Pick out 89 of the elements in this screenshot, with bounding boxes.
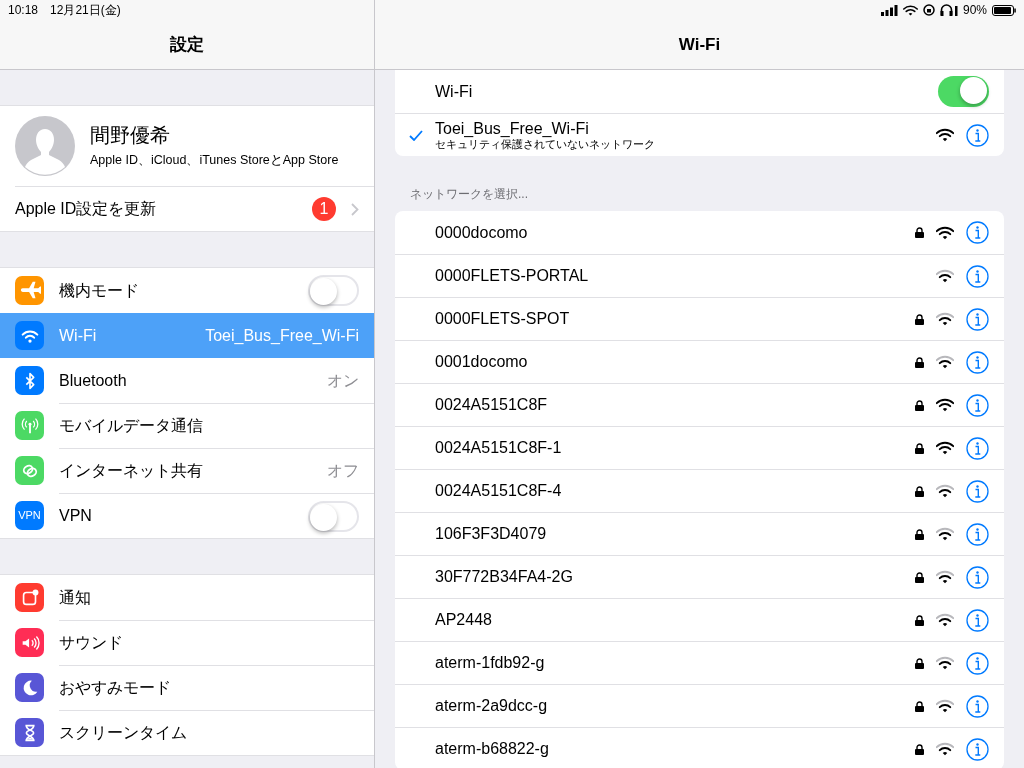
row-label: 通知 bbox=[59, 587, 91, 608]
network-name: aterm-2a9dcc-g bbox=[435, 696, 548, 716]
info-button-icon[interactable] bbox=[966, 307, 989, 331]
network-row[interactable]: AP2448 bbox=[395, 598, 1004, 641]
network-subtitle: セキュリティ保護されていないネットワーク bbox=[435, 138, 655, 151]
info-button-icon[interactable] bbox=[966, 264, 989, 288]
avatar-icon bbox=[15, 116, 75, 176]
section-header: ネットワークを選択... bbox=[409, 186, 529, 203]
network-name: 0024A5151C8F-4 bbox=[435, 481, 562, 501]
info-button-icon[interactable] bbox=[966, 694, 989, 718]
network-name: 0000FLETS-PORTAL bbox=[435, 266, 589, 286]
info-button-icon[interactable] bbox=[966, 608, 989, 632]
profile-row[interactable]: 間野優希 Apple ID、iCloud、iTunes StoreとApp Store bbox=[0, 106, 374, 186]
network-name: aterm-b68822-g bbox=[435, 739, 549, 759]
info-button-icon[interactable] bbox=[966, 522, 989, 546]
network-name: 0000FLETS-SPOT bbox=[435, 309, 570, 329]
row-value: オン bbox=[327, 370, 359, 391]
network-row[interactable]: 0000FLETS-PORTAL bbox=[395, 254, 1004, 297]
network-row[interactable]: 106F3F3D4079 bbox=[395, 512, 1004, 555]
info-button-icon[interactable] bbox=[966, 737, 989, 761]
settings-row[interactable]: Bluetooth オン bbox=[0, 358, 374, 403]
vpn-icon: VPN bbox=[15, 501, 44, 530]
toggle-switch[interactable] bbox=[308, 275, 359, 306]
settings-row[interactable]: モバイルデータ通信 bbox=[0, 403, 374, 448]
info-button-icon[interactable] bbox=[966, 221, 989, 244]
settings-row[interactable]: インターネット共有 オフ bbox=[0, 448, 374, 493]
row-label: Wi-Fi bbox=[435, 81, 473, 102]
network-row[interactable]: 0024A5151C8F bbox=[395, 383, 1004, 426]
network-name: 0000docomo bbox=[435, 222, 528, 243]
battery-percentage: 90% bbox=[962, 2, 987, 19]
sidebar-title: 設定 bbox=[170, 33, 204, 56]
network-name: 0001docomo bbox=[435, 352, 528, 372]
detail-title: Wi-Fi bbox=[678, 33, 721, 56]
row-label: Bluetooth bbox=[59, 370, 127, 391]
row-label: スクリーンタイム bbox=[59, 723, 187, 743]
network-name: 0024A5151C8F bbox=[435, 395, 548, 415]
profile-name: 間野優希 bbox=[90, 123, 171, 149]
row-value: オフ bbox=[327, 461, 359, 481]
network-name: 106F3F3D4079 bbox=[435, 524, 547, 544]
settings-row[interactable]: スクリーンタイム bbox=[0, 710, 374, 755]
network-row[interactable]: aterm-1fdb92-g bbox=[395, 641, 1004, 684]
network-name: AP2448 bbox=[435, 610, 492, 630]
settings-row[interactable]: 機内モード bbox=[0, 268, 374, 313]
row-label: VPN bbox=[59, 506, 92, 526]
info-button-icon[interactable] bbox=[966, 123, 989, 147]
battery-icon bbox=[992, 4, 1016, 16]
info-button-icon[interactable] bbox=[966, 393, 989, 417]
toggle-switch[interactable] bbox=[938, 76, 989, 107]
row-label: Apple ID設定を更新 bbox=[15, 199, 157, 219]
network-row[interactable]: aterm-2a9dcc-g bbox=[395, 684, 1004, 727]
row-label: サウンド bbox=[59, 633, 123, 653]
info-button-icon[interactable] bbox=[966, 479, 989, 503]
settings-row[interactable]: おやすみモード bbox=[0, 665, 374, 710]
row-value: Toei_Bus_Free_Wi-Fi bbox=[205, 325, 359, 346]
apple-id-update-row[interactable]: Apple ID設定を更新 1 bbox=[15, 186, 374, 231]
network-row[interactable]: 0000FLETS-SPOT bbox=[395, 297, 1004, 340]
network-name: aterm-1fdb92-g bbox=[435, 653, 545, 673]
row-label: モバイルデータ通信 bbox=[59, 416, 203, 436]
info-button-icon[interactable] bbox=[966, 436, 989, 460]
profile-subtitle: Apple ID、iCloud、iTunes StoreとApp Store bbox=[90, 152, 339, 170]
chevron-right-icon bbox=[351, 202, 359, 216]
network-row[interactable]: 0001docomo bbox=[395, 340, 1004, 383]
network-name: Toei_Bus_Free_Wi-Fi bbox=[435, 119, 590, 138]
row-label: 機内モード bbox=[59, 280, 139, 301]
rotation-lock-icon bbox=[922, 4, 935, 16]
settings-row[interactable]: サウンド bbox=[0, 620, 374, 665]
network-row[interactable]: 0000docomo bbox=[395, 211, 1004, 254]
settings-row[interactable]: VPN VPN bbox=[0, 493, 374, 538]
network-row[interactable]: 0024A5151C8F-4 bbox=[395, 469, 1004, 512]
info-button-icon[interactable] bbox=[966, 565, 989, 589]
row-label: おやすみモード bbox=[59, 678, 171, 698]
network-name: 30F772B34FA4-2G bbox=[435, 567, 573, 587]
row-label: Wi-Fi bbox=[59, 325, 97, 346]
settings-row[interactable]: 通知 bbox=[0, 575, 374, 620]
info-button-icon[interactable] bbox=[966, 350, 989, 374]
info-button-icon[interactable] bbox=[966, 651, 989, 675]
headphones-icon bbox=[939, 4, 958, 16]
notification-badge: 1 bbox=[312, 197, 336, 221]
row-label: インターネット共有 bbox=[59, 461, 203, 481]
wifi-signal-icon bbox=[902, 4, 918, 16]
network-row[interactable]: aterm-b68822-g bbox=[395, 727, 1004, 768]
checkmark-icon bbox=[409, 129, 423, 141]
network-row[interactable]: 30F772B34FA4-2G bbox=[395, 555, 1004, 598]
toggle-switch[interactable] bbox=[308, 500, 359, 532]
network-name: 0024A5151C8F-1 bbox=[435, 438, 562, 458]
status-time: 10:18 bbox=[8, 2, 39, 19]
network-row[interactable]: 0024A5151C8F-1 bbox=[395, 426, 1004, 469]
status-date: 12月21日(金) bbox=[50, 2, 121, 19]
cellular-signal-icon bbox=[880, 4, 898, 16]
